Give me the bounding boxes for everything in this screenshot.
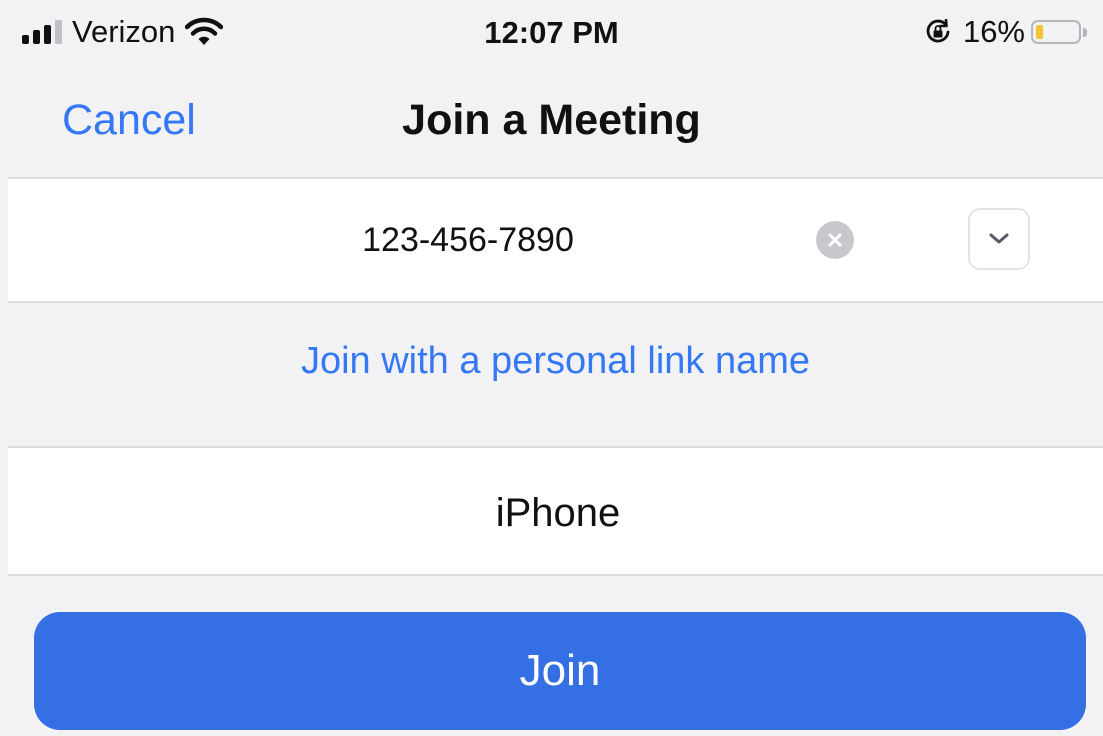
meeting-history-dropdown[interactable] xyxy=(968,208,1030,270)
meeting-id-input[interactable] xyxy=(208,215,728,265)
divider xyxy=(8,574,1103,576)
status-right: 16% xyxy=(925,14,1087,50)
display-name-row xyxy=(8,448,1103,574)
nav-bar: Cancel Join a Meeting xyxy=(0,70,1103,178)
personal-link-button[interactable]: Join with a personal link name xyxy=(8,340,1103,383)
rotation-lock-icon xyxy=(926,19,950,43)
chevron-down-icon xyxy=(989,233,1009,244)
battery-percent: 16% xyxy=(962,14,1025,49)
page-title: Join a Meeting xyxy=(402,96,701,144)
clear-input-button[interactable] xyxy=(816,221,854,259)
display-name-input[interactable] xyxy=(208,488,908,538)
battery-icon xyxy=(1031,20,1081,44)
battery-tip xyxy=(1083,27,1087,37)
status-bar: Verizon 12:07 PM 16% xyxy=(0,0,1103,70)
join-button[interactable]: Join xyxy=(34,612,1086,730)
clear-icon xyxy=(828,233,842,247)
battery-level xyxy=(1036,25,1043,39)
meeting-id-row xyxy=(8,179,1103,302)
personal-link-row: Join with a personal link name xyxy=(8,303,1103,447)
